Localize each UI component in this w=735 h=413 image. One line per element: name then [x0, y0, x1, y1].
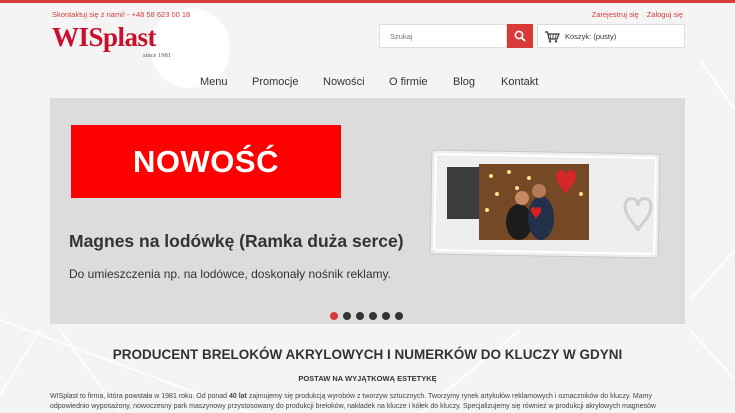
cart-button[interactable]: Koszyk: (pusty) — [537, 24, 685, 48]
main-nav: Menu Promocje Nowości O firmie Blog Kont… — [0, 76, 735, 90]
slide-title: Magnes na lodówkę (Ramka duża serce) — [69, 231, 404, 251]
new-badge: NOWOŚĆ — [71, 125, 341, 198]
slider-dot[interactable] — [369, 312, 377, 320]
search-input[interactable] — [380, 25, 506, 47]
slider-dot[interactable] — [382, 312, 390, 320]
search-button[interactable] — [507, 24, 533, 48]
nav-item-promocje[interactable]: Promocje — [252, 76, 298, 88]
logo[interactable]: WISplast — [52, 22, 157, 53]
nav-item-kontakt[interactable]: Kontakt — [501, 76, 538, 88]
auth-links: Zarejestruj się Zaloguj się — [592, 10, 683, 19]
nav-item-nowosci[interactable]: Nowości — [323, 76, 365, 88]
page-heading: PRODUCENT BRELOKÓW AKRYLOWYCH I NUMERKÓW… — [112, 347, 623, 362]
intro-paragraph: WISplast to firma, która powstała w 1981… — [50, 392, 685, 411]
page-subheading: POSTAW NA WYJĄTKOWĄ ESTETYKĘ — [298, 374, 437, 383]
slider-dot[interactable] — [343, 312, 351, 320]
cart-label: Koszyk: (pusty) — [565, 31, 617, 41]
slider-pagination — [330, 312, 403, 320]
intro-text-1: WISplast to firma, która powstała w 1981… — [50, 393, 229, 400]
register-link[interactable]: Zarejestruj się — [592, 10, 639, 19]
slider-dot[interactable] — [395, 312, 403, 320]
intro-text-bold: 40 lat — [228, 393, 247, 400]
basket-icon — [545, 30, 560, 42]
login-link[interactable]: Zaloguj się — [647, 10, 683, 19]
logo-since: since 1981 — [143, 52, 171, 59]
product-image — [429, 149, 661, 259]
nav-item-o-firmie[interactable]: O firmie — [389, 76, 428, 88]
slide-subtitle: Do umieszczenia np. na lodówce, doskonał… — [69, 267, 391, 281]
nav-item-menu[interactable]: Menu — [200, 76, 228, 88]
contact-info[interactable]: Skontaktuj się z nami! - +48 58 623 00 1… — [52, 10, 190, 19]
nav-item-blog[interactable]: Blog — [453, 76, 475, 88]
search-box — [379, 24, 507, 48]
slider-dot[interactable] — [330, 312, 338, 320]
slider-dot[interactable] — [356, 312, 364, 320]
search-icon — [514, 30, 526, 42]
